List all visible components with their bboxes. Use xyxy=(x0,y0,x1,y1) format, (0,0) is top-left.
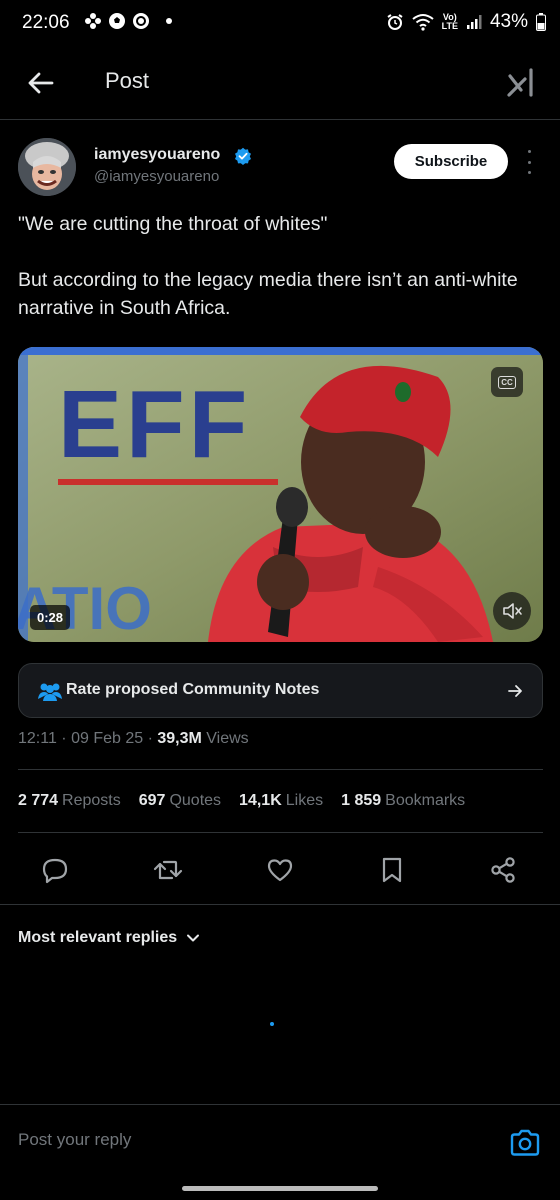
camera-button[interactable] xyxy=(508,1126,542,1160)
reply-icon xyxy=(42,858,68,884)
people-icon xyxy=(38,683,62,701)
arrow-left-icon xyxy=(28,72,54,94)
more-dot-icon xyxy=(527,171,531,174)
post-timestamp: 12:11 · 09 Feb 25 · 39,3M Views xyxy=(18,730,249,748)
battery-icon xyxy=(536,13,546,31)
status-time: 22:06 xyxy=(22,12,70,33)
post-date: 12:11 · 09 Feb 25 · xyxy=(18,730,158,747)
share-icon xyxy=(491,857,515,883)
likes-count: 14,1K xyxy=(239,792,282,809)
share-button[interactable] xyxy=(488,855,518,885)
grok-icon xyxy=(507,68,533,97)
community-notes-prompt[interactable]: Rate proposed Community Notes xyxy=(18,663,543,718)
divider xyxy=(18,769,543,770)
bookmark-icon xyxy=(382,857,402,883)
likes-label: Likes xyxy=(285,792,324,809)
system-icons: Vo) LTE 43% xyxy=(386,11,546,33)
arrow-right-icon xyxy=(508,685,522,697)
wifi-icon xyxy=(412,14,434,31)
post-video[interactable]: EFF ATIO CC 0:28 xyxy=(18,347,543,642)
reply-button[interactable] xyxy=(40,855,70,885)
bookmark-button[interactable] xyxy=(377,855,407,885)
cc-icon: CC xyxy=(498,375,516,389)
banner-eff-text: EFF xyxy=(58,371,251,478)
divider xyxy=(0,1104,560,1105)
battery-percent: 43% xyxy=(489,11,528,32)
back-button[interactable] xyxy=(24,66,58,100)
post-text: "We are cutting the throat of whites" Bu… xyxy=(18,213,518,319)
likes-stat[interactable]: 14,1K Likes xyxy=(239,792,323,810)
more-options-button[interactable] xyxy=(522,150,536,174)
author-avatar[interactable] xyxy=(18,138,76,196)
post-stats: 2 774 Reposts 697 Quotes 14,1K Likes 1 859 B… xyxy=(18,792,465,810)
repost-button[interactable] xyxy=(153,855,183,885)
views-label: Views xyxy=(201,730,249,747)
top-bar: Post xyxy=(0,48,560,120)
verified-badge-icon xyxy=(235,147,251,165)
replies-sort-dropdown[interactable]: Most relevant replies xyxy=(18,929,201,947)
bookmarks-label: Bookmarks xyxy=(385,792,466,809)
alarm-icon xyxy=(387,14,403,30)
quotes-label: Quotes xyxy=(169,792,222,809)
replies-sort-label: Most relevant replies xyxy=(18,929,178,946)
more-notifications-dot xyxy=(166,18,172,24)
repost-icon xyxy=(153,860,183,880)
subscribe-button[interactable]: Subscribe xyxy=(394,144,508,179)
quotes-stat[interactable]: 697 Quotes xyxy=(139,792,221,810)
views-count[interactable]: 39,3M xyxy=(157,730,201,747)
like-button[interactable] xyxy=(265,855,295,885)
chevron-down-icon xyxy=(187,934,200,942)
network-type-label: Vo) LTE xyxy=(441,12,458,31)
divider xyxy=(18,832,543,833)
reposts-label: Reposts xyxy=(62,792,121,809)
video-duration: 0:28 xyxy=(30,605,71,630)
captions-button[interactable]: CC xyxy=(491,367,523,397)
grok-button[interactable] xyxy=(504,64,540,100)
video-frame: EFF ATIO xyxy=(18,347,543,642)
heart-icon xyxy=(267,859,293,882)
flower-icon xyxy=(85,13,101,29)
bookmarks-count: 1 859 xyxy=(341,792,382,809)
quotes-count: 697 xyxy=(138,792,166,809)
bookmarks-stat[interactable]: 1 859 Bookmarks xyxy=(341,792,465,810)
page-title: Post xyxy=(105,68,150,93)
reposts-count: 2 774 xyxy=(18,792,59,809)
status-bar: 22:06 Vo) LTE 43% xyxy=(0,0,560,48)
author-handle[interactable]: @iamyesyouareno xyxy=(94,168,219,185)
reply-input[interactable] xyxy=(18,1130,478,1150)
notification-icons xyxy=(84,12,172,30)
signal-icon xyxy=(466,15,482,29)
soccer-ball-icon xyxy=(109,13,125,29)
mute-button[interactable] xyxy=(493,592,531,630)
more-dot-icon xyxy=(527,160,531,164)
avatar-image xyxy=(18,138,76,196)
whatsapp-icon xyxy=(133,13,149,29)
author-display-name[interactable]: iamyesyouareno xyxy=(94,146,220,164)
community-notes-label: Rate proposed Community Notes xyxy=(66,681,320,698)
more-dot-icon xyxy=(527,150,531,153)
loading-spinner xyxy=(270,1022,274,1026)
speaker-muted-icon xyxy=(503,603,522,619)
divider xyxy=(0,904,560,905)
home-indicator[interactable] xyxy=(182,1186,378,1191)
reposts-stat[interactable]: 2 774 Reposts xyxy=(18,792,121,810)
camera-icon xyxy=(510,1129,540,1156)
